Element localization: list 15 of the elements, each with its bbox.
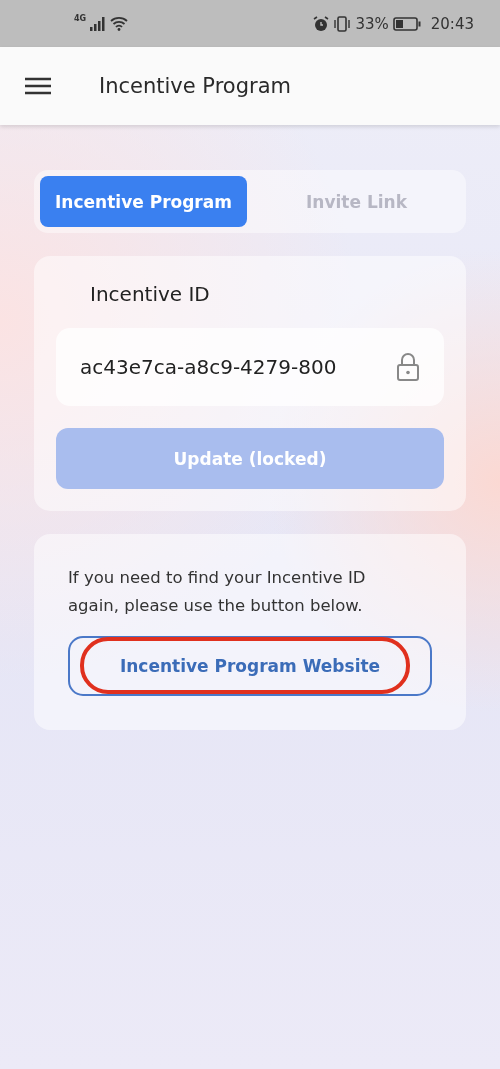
alarm-icon (313, 15, 330, 32)
tab[interactable]: Incentive Program (40, 176, 247, 227)
id-field[interactable]: ac43e7ca-a8c9-4279-800 (56, 328, 444, 406)
app-bar-title: Incentive Program (99, 74, 291, 98)
signal-icon (90, 16, 107, 31)
vibrate-icon (333, 15, 352, 32)
battery-icon (392, 16, 421, 31)
clock-time: 20:43 (430, 14, 474, 33)
battery-percent: 33% (355, 14, 389, 33)
wifi-icon (110, 16, 129, 31)
website-button[interactable]: Incentive Program Website (68, 636, 432, 696)
network-type: 4G (74, 14, 87, 23)
field-label: Incentive ID (89, 282, 211, 306)
help-text: If you need to find your Incentive ID again, please use the button below. (68, 567, 367, 617)
menu-icon[interactable] (25, 77, 51, 95)
